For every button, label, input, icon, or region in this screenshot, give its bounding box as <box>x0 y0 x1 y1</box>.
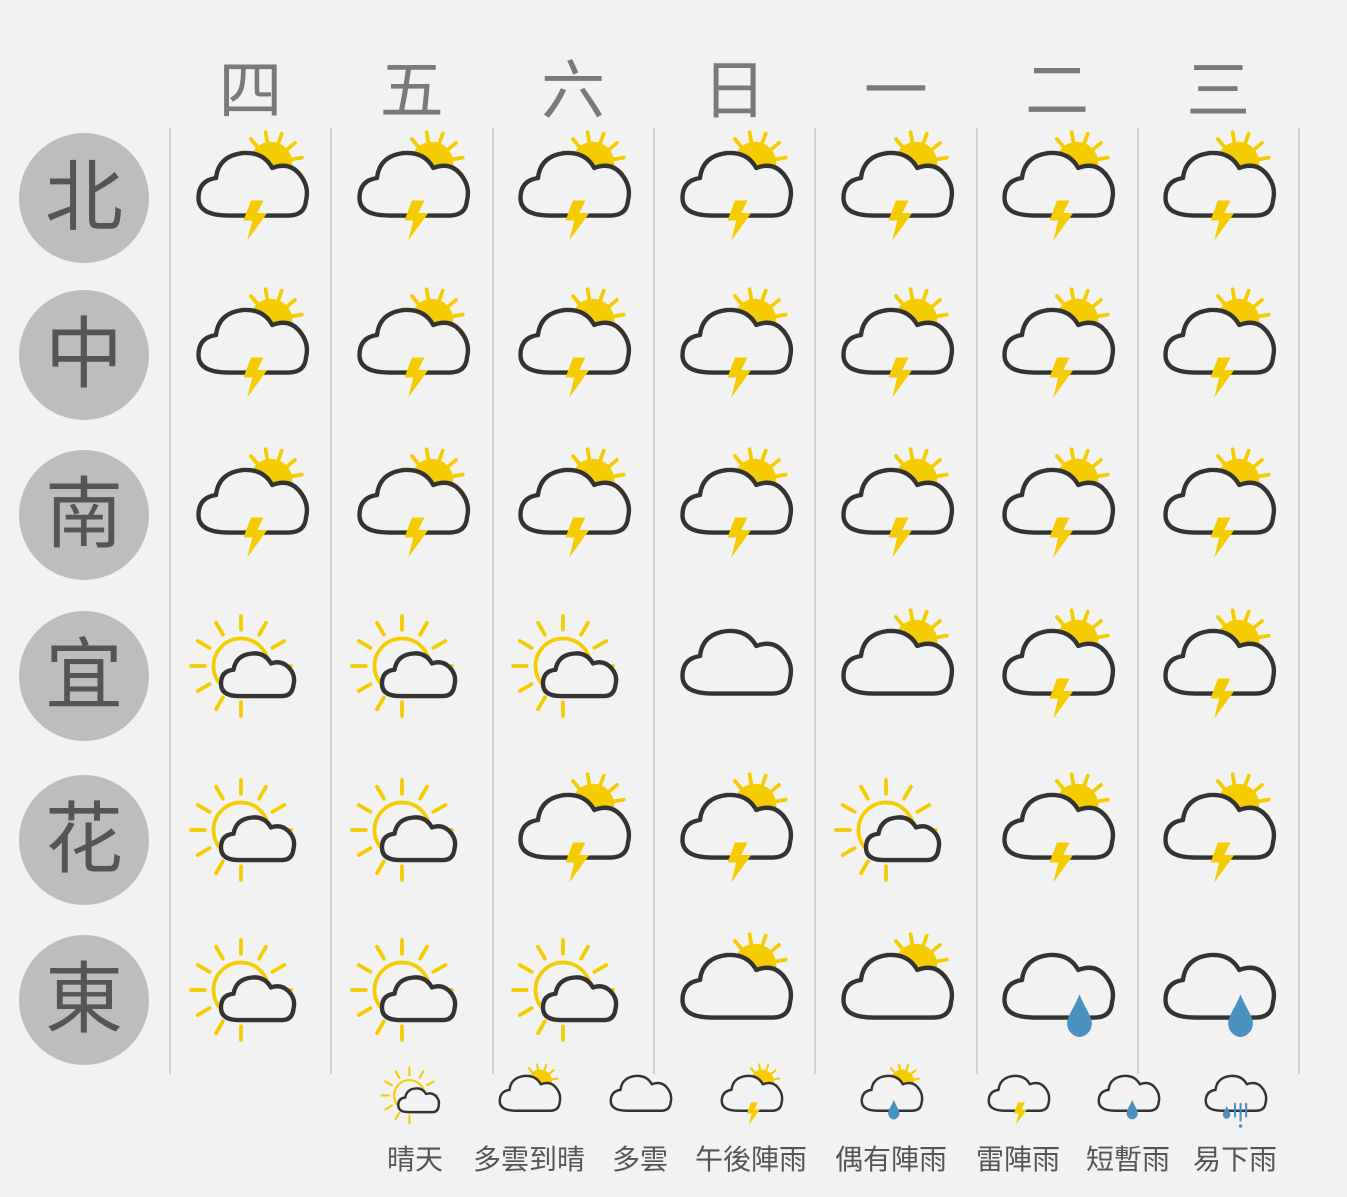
legend-icon <box>490 1062 568 1140</box>
forecast-cell-afternoon-showers <box>342 445 482 585</box>
forecast-cell-afternoon-showers <box>1148 285 1288 425</box>
forecast-cell-afternoon-showers <box>1148 606 1288 746</box>
forecast-cell-afternoon-showers <box>503 770 643 910</box>
forecast-cell-rain <box>1148 930 1288 1070</box>
forecast-cell-afternoon-showers <box>503 445 643 585</box>
cloud-icon <box>218 975 296 1023</box>
forecast-cell-afternoon-showers <box>181 128 321 268</box>
forecast-cell-sunny <box>181 930 321 1070</box>
region-label: 南 <box>19 450 149 580</box>
forecast-cell-cloudy <box>665 606 805 746</box>
legend-item-occasional-showers: 偶有陣雨 <box>821 1062 961 1178</box>
cloud-icon <box>609 1074 673 1112</box>
grid-divider <box>491 128 494 1074</box>
region-label: 花 <box>19 775 149 905</box>
forecast-cell-afternoon-showers <box>987 606 1127 746</box>
region-label: 北 <box>19 133 149 263</box>
region-label: 宜 <box>19 611 149 741</box>
legend-item-afternoon-showers: 午後陣雨 <box>681 1062 821 1178</box>
grid-divider <box>169 128 171 1074</box>
forecast-cell-afternoon-showers <box>987 770 1127 910</box>
region-label: 東 <box>19 935 149 1065</box>
cloud-icon <box>1097 1074 1161 1112</box>
forecast-cell-sunny <box>342 930 482 1070</box>
region-label: 中 <box>19 290 149 420</box>
day-header: 二 <box>1025 55 1089 129</box>
forecast-cell-afternoon-showers <box>1148 770 1288 910</box>
legend-label: 易下雨 <box>1192 1143 1277 1176</box>
cloud-icon <box>379 975 458 1023</box>
grid-divider <box>1298 128 1301 1074</box>
forecast-cell-afternoon-showers <box>826 285 966 425</box>
forecast-cell-afternoon-showers <box>181 445 321 585</box>
cloud-icon <box>379 651 458 699</box>
cloud-icon <box>1163 952 1277 1020</box>
forecast-cell-afternoon-showers <box>181 285 321 425</box>
forecast-cell-afternoon-showers <box>826 445 966 585</box>
day-header: 五 <box>379 55 444 129</box>
legend-label: 偶有陣雨 <box>834 1143 947 1176</box>
cloud-icon <box>218 815 296 863</box>
grid-divider <box>652 128 655 1074</box>
legend-icon <box>712 1062 790 1140</box>
forecast-cell-partly-cloudy <box>665 930 805 1070</box>
legend-item-easy-rain: 易下雨 <box>1165 1062 1305 1178</box>
forecast-cell-sunny <box>503 930 643 1070</box>
forecast-cell-afternoon-showers <box>987 285 1127 425</box>
forecast-cell-afternoon-showers <box>342 285 482 425</box>
forecast-cell-afternoon-showers <box>665 285 805 425</box>
grid-divider <box>330 128 333 1074</box>
forecast-cell-afternoon-showers <box>665 128 805 268</box>
forecast-cell-afternoon-showers <box>665 445 805 585</box>
legend-icon <box>979 1062 1057 1140</box>
forecast-cell-afternoon-showers <box>503 128 643 268</box>
day-header: 四 <box>218 55 283 129</box>
forecast-cell-afternoon-showers <box>665 770 805 910</box>
legend-icon <box>376 1062 454 1140</box>
day-header: 一 <box>863 55 928 129</box>
grid-divider <box>975 128 978 1074</box>
cloud-icon <box>863 815 942 863</box>
forecast-cell-afternoon-showers <box>987 128 1127 268</box>
forecast-cell-sunny <box>342 606 482 746</box>
cloud-icon <box>679 628 793 696</box>
legend-icon <box>1089 1062 1167 1140</box>
day-header: 日 <box>702 55 767 129</box>
forecast-cell-sunny <box>181 606 321 746</box>
forecast-cell-sunny <box>342 770 482 910</box>
day-header: 六 <box>541 55 606 129</box>
forecast-cell-partly-cloudy <box>826 606 966 746</box>
forecast-cell-sunny <box>503 606 643 746</box>
cloud-icon <box>397 1087 441 1114</box>
legend-icon <box>852 1062 930 1140</box>
forecast-cell-afternoon-showers <box>1148 128 1288 268</box>
forecast-cell-sunny <box>181 770 321 910</box>
forecast-cell-rain <box>987 930 1127 1070</box>
grid-divider <box>814 128 817 1074</box>
forecast-cell-afternoon-showers <box>342 128 482 268</box>
forecast-cell-afternoon-showers <box>1148 445 1288 585</box>
legend-icon <box>601 1062 679 1140</box>
forecast-cell-afternoon-showers <box>826 128 966 268</box>
day-header: 三 <box>1186 55 1251 129</box>
legend-icon <box>1196 1062 1274 1140</box>
cloud-icon <box>218 651 296 699</box>
legend-label: 午後陣雨 <box>694 1143 807 1176</box>
forecast-cell-partly-cloudy <box>826 930 966 1070</box>
forecast-cell-afternoon-showers <box>987 445 1127 585</box>
forecast-cell-sunny <box>826 770 966 910</box>
cloud-icon <box>541 651 619 699</box>
cloud-icon <box>1002 952 1116 1020</box>
forecast-cell-afternoon-showers <box>503 285 643 425</box>
cloud-icon <box>379 815 458 863</box>
grid-divider <box>1136 128 1139 1074</box>
cloud-icon <box>541 975 619 1023</box>
